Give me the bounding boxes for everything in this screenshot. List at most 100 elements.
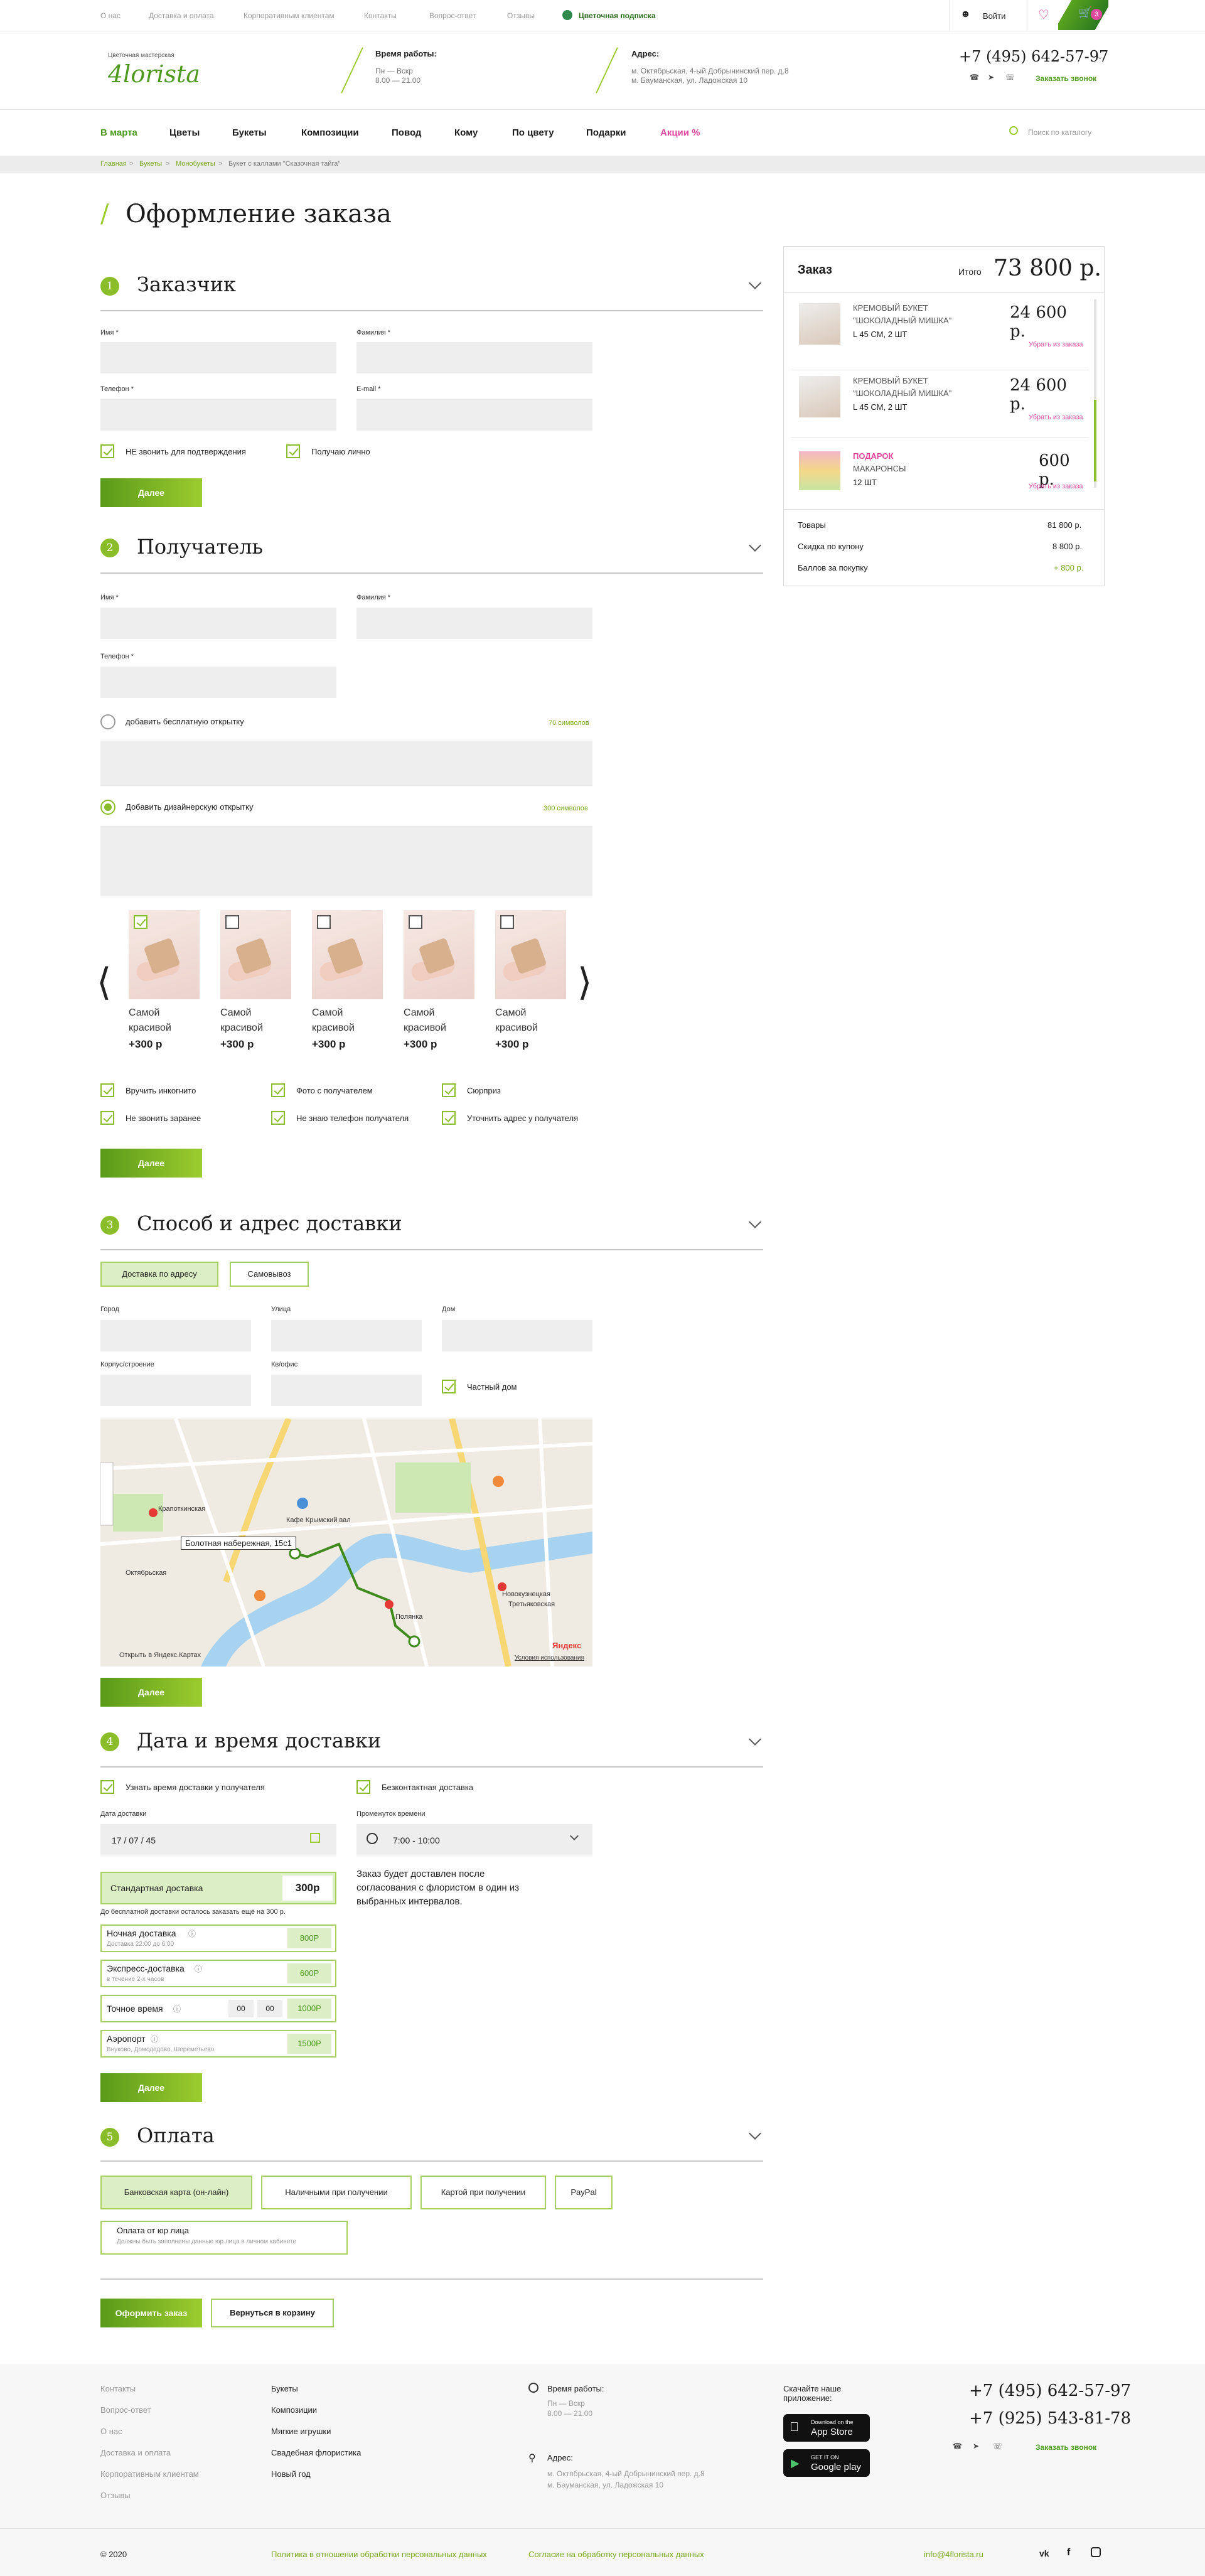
help-icon[interactable]: ⓘ	[188, 1928, 196, 1939]
postcard-checkbox[interactable]	[225, 915, 239, 929]
telegram-icon[interactable]: ➤	[973, 2442, 979, 2450]
nav-item-flowers[interactable]: Цветы	[169, 127, 200, 138]
exact-minute-select[interactable]: 00	[257, 2000, 282, 2017]
app-store-button[interactable]:  Download on the App Store	[783, 2414, 870, 2442]
pickup-tab[interactable]: Самовывоз	[230, 1262, 309, 1287]
instagram-icon[interactable]	[1091, 2547, 1101, 2557]
email-input[interactable]	[356, 399, 592, 431]
top-link-reviews[interactable]: Отзывы	[507, 11, 535, 20]
surprise-checkbox[interactable]	[442, 1083, 456, 1097]
city-input[interactable]	[100, 1320, 251, 1351]
free-card-textarea[interactable]	[100, 741, 592, 786]
recipient-phone-input[interactable]	[100, 667, 336, 698]
remove-item-link[interactable]: Убрать из заказа	[1029, 414, 1083, 421]
exact-hour-select[interactable]: 00	[228, 2000, 254, 2017]
pay-card-online-button[interactable]: Банковская карта (он-лайн)	[100, 2176, 252, 2209]
delivery-address-tab[interactable]: Доставка по адресу	[100, 1262, 218, 1287]
back-to-cart-button[interactable]: Вернуться в корзину	[211, 2299, 334, 2327]
heart-icon[interactable]: ♡	[1038, 7, 1049, 23]
footer-link[interactable]: Контакты	[100, 2384, 136, 2393]
chevron-down-icon[interactable]	[749, 277, 761, 289]
vk-icon[interactable]: vk	[1039, 2548, 1049, 2558]
ask-time-checkbox[interactable]	[100, 1780, 114, 1794]
footer-link[interactable]: Букеты	[271, 2384, 298, 2393]
incognito-checkbox[interactable]	[100, 1083, 114, 1097]
scrollbar-thumb[interactable]	[1094, 400, 1096, 481]
help-icon[interactable]: ⓘ	[151, 2034, 158, 2044]
pay-cash-button[interactable]: Наличными при получении	[261, 2176, 412, 2209]
postcard-checkbox[interactable]	[134, 915, 147, 929]
subscribe-link[interactable]: Цветочная подписка	[579, 11, 656, 20]
header-phone[interactable]: +7 (495) 642-57-97	[959, 48, 1108, 65]
nav-item-whom[interactable]: Кому	[454, 127, 478, 138]
top-link-contacts[interactable]: Контакты	[364, 11, 397, 20]
postcard-item[interactable]: Самой красивой +300 р	[129, 910, 200, 1051]
nav-item-march8[interactable]: В марта	[100, 127, 137, 138]
footer-link[interactable]: Отзывы	[100, 2491, 131, 2500]
chevron-down-icon[interactable]	[749, 539, 761, 552]
footer-email[interactable]: info@4florista.ru	[924, 2550, 983, 2559]
logo[interactable]: 4lorista	[108, 60, 200, 88]
next-button[interactable]: Далее	[100, 1149, 202, 1178]
footer-link[interactable]: Композиции	[271, 2405, 317, 2415]
remove-item-link[interactable]: Убрать из заказа	[1029, 483, 1083, 490]
help-icon[interactable]: ⓘ	[195, 1963, 202, 1974]
postcard-item[interactable]: Самой красивой +300 р	[495, 910, 566, 1051]
free-card-radio[interactable]	[100, 714, 115, 729]
remove-item-link[interactable]: Убрать из заказа	[1029, 341, 1083, 348]
nav-item-compositions[interactable]: Композиции	[301, 127, 359, 138]
contactless-checkbox[interactable]	[356, 1780, 370, 1794]
breadcrumb-bouquets[interactable]: Букеты	[139, 160, 162, 168]
viber-icon[interactable]: ☏	[993, 2442, 1002, 2450]
footer-link[interactable]: Новый год	[271, 2469, 311, 2479]
nav-item-bouquets[interactable]: Букеты	[232, 127, 267, 138]
next-button[interactable]: Далее	[100, 1678, 202, 1707]
postcard-item[interactable]: Самой красивой +300 р	[312, 910, 383, 1051]
breadcrumb-mono[interactable]: Монобукеты	[176, 160, 215, 168]
footer-phone-1[interactable]: +7 (495) 642-57-97	[969, 2381, 1131, 2400]
next-button[interactable]: Далее	[100, 478, 202, 507]
google-play-button[interactable]: ▶ GET IT ON Google play	[783, 2449, 870, 2477]
self-receive-checkbox[interactable]	[286, 444, 300, 458]
delivery-map[interactable]: Болотная набережная, 15с1 Крапоткинская …	[100, 1419, 592, 1666]
nav-item-occasion[interactable]: Повод	[392, 127, 421, 138]
private-house-checkbox[interactable]	[442, 1380, 456, 1393]
design-card-textarea[interactable]	[100, 826, 592, 896]
chevron-down-icon[interactable]: ⌄	[1097, 53, 1103, 61]
pay-card-on-delivery-button[interactable]: Картой при получении	[420, 2176, 546, 2209]
viber-icon[interactable]: ☏	[1005, 73, 1015, 82]
photo-checkbox[interactable]	[271, 1083, 285, 1097]
chevron-down-icon[interactable]	[749, 2127, 761, 2140]
phone-input[interactable]	[100, 399, 336, 431]
submit-order-button[interactable]: Оформить заказ	[100, 2299, 202, 2327]
footer-phone-2[interactable]: +7 (925) 543-81-78	[969, 2409, 1131, 2428]
unknown-phone-checkbox[interactable]	[271, 1111, 285, 1125]
breadcrumb-home[interactable]: Главная	[100, 160, 127, 168]
whatsapp-icon[interactable]: ☎	[953, 2442, 962, 2450]
top-link-corporate[interactable]: Корпоративным клиентам	[244, 11, 335, 20]
callback-link[interactable]: Заказать звонок	[1036, 74, 1096, 83]
recipient-last-name-input[interactable]	[356, 608, 592, 639]
top-link-faq[interactable]: Вопрос-ответ	[429, 11, 476, 20]
ask-address-checkbox[interactable]	[442, 1111, 456, 1125]
footer-link[interactable]: Корпоративным клиентам	[100, 2469, 199, 2479]
nav-item-gifts[interactable]: Подарки	[586, 127, 626, 138]
pay-paypal-button[interactable]: PayPal	[555, 2176, 613, 2209]
map-open-link[interactable]: Открыть в Яндекс.Картах	[119, 1651, 201, 1659]
whatsapp-icon[interactable]: ☎	[970, 73, 979, 82]
calendar-icon[interactable]	[310, 1833, 320, 1843]
chevron-down-icon[interactable]	[749, 1733, 761, 1746]
policy-link[interactable]: Политика в отношении обработки персональ…	[271, 2550, 487, 2559]
street-input[interactable]	[271, 1320, 422, 1351]
footer-link[interactable]: Свадебная флористика	[271, 2448, 361, 2457]
postcard-item[interactable]: Самой красивой +300 р	[220, 910, 291, 1051]
consent-link[interactable]: Согласие на обработку персональных данны…	[528, 2550, 704, 2559]
search-input[interactable]: Поиск по каталогу	[1028, 128, 1091, 137]
time-select[interactable]	[356, 1824, 592, 1855]
house-input[interactable]	[442, 1320, 592, 1351]
search-icon[interactable]	[1009, 126, 1018, 135]
postcard-item[interactable]: Самой красивой +300 р	[404, 910, 474, 1051]
nav-item-sales[interactable]: Акции %	[660, 127, 700, 138]
building-input[interactable]	[100, 1375, 251, 1406]
map-terms-link[interactable]: Условия использования	[515, 1655, 584, 1661]
